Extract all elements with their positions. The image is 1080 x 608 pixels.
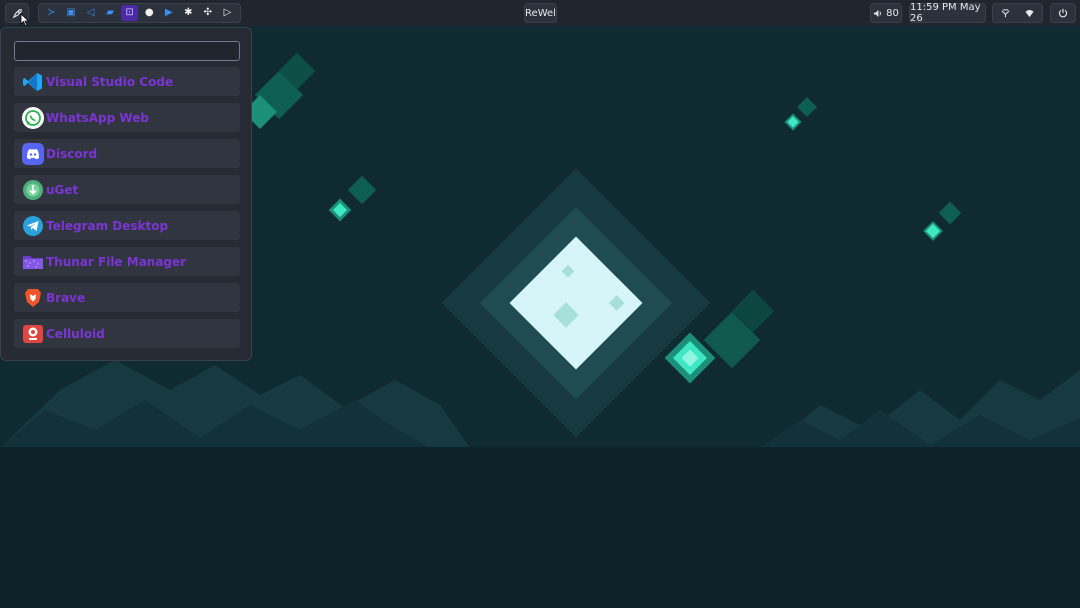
app-item-thunar-file-manager[interactable]: Thunar File Manager [14,247,240,276]
dock-item-media[interactable]: ▶ [160,5,177,21]
app-item-label: Thunar File Manager [46,254,187,269]
dock-item-send[interactable]: ▷ [219,5,236,21]
folder-icon: ▰ [106,7,114,18]
volume-control[interactable]: 80 [870,3,902,23]
network-icon[interactable] [1001,8,1010,18]
dock-item-settings[interactable]: ✱ [180,5,197,21]
top-panel: ≻ ▣ ◁ ▰ ⊡ ● ▶ ✱ ✣ ▷ ReWel 80 11:59 PM May 26 [0,0,1080,26]
telegram-icon [22,215,44,237]
power-button[interactable] [1050,3,1076,23]
system-tray [992,3,1043,23]
media-icon: ▶ [164,7,173,18]
mouse-cursor-icon [20,13,30,27]
dock-item-app-active[interactable]: ⊡ [121,5,139,21]
app-item-celluloid[interactable]: Celluloid [14,319,240,348]
volume-value: 80 [886,7,899,19]
clock-text: 11:59 PM May 26 [910,2,981,24]
window-title-text: ReWel [525,7,556,19]
discord-icon [22,142,44,165]
wifi-icon[interactable] [1025,9,1034,18]
send-icon: ▷ [223,7,232,18]
terminal-icon: ≻ [47,7,56,18]
app-item-whatsapp-web[interactable]: WhatsApp Web [14,103,240,132]
app-item-label: Brave [46,290,86,305]
app-item-brave[interactable]: Brave [14,283,240,312]
power-icon [1058,8,1068,18]
clock[interactable]: 11:59 PM May 26 [909,2,986,24]
search-input[interactable] [14,41,240,61]
folder-icon [22,251,44,273]
speaker-icon [874,9,881,17]
vscode-icon [22,71,44,93]
ground [0,447,1080,608]
app-item-label: Celluloid [46,326,105,341]
app-item-visual-studio-code[interactable]: Visual Studio Code [14,67,240,96]
app-item-label: Visual Studio Code [46,74,174,89]
app-item-uget[interactable]: uGet [14,175,240,204]
gamepad-icon: ✣ [203,7,213,18]
celluloid-icon [22,323,44,345]
vscode-icon: ◁ [86,7,95,18]
app-grid-icon: ⊡ [125,7,134,18]
window-title: ReWel [524,3,557,23]
dock-item-chat[interactable]: ● [141,5,158,21]
brave-icon [22,287,44,309]
app-item-label: Discord [46,146,98,161]
dock-item-vscode[interactable]: ◁ [82,5,99,21]
app-item-label: Telegram Desktop [46,218,169,233]
window-icon: ▣ [66,7,76,18]
dock-item-games[interactable]: ✣ [199,5,216,21]
app-item-telegram-desktop[interactable]: Telegram Desktop [14,211,240,240]
app-item-discord[interactable]: Discord [14,139,240,168]
app-item-label: WhatsApp Web [46,110,149,125]
app-item-label: uGet [46,182,79,197]
dock-item-files[interactable]: ▰ [102,5,119,21]
uget-icon [22,179,44,201]
dock: ≻ ▣ ◁ ▰ ⊡ ● ▶ ✱ ✣ ▷ [38,3,241,23]
dock-item-terminal[interactable]: ≻ [43,5,60,21]
gear-icon: ✱ [184,7,193,18]
chat-bubble-icon: ● [144,7,154,18]
app-launcher-menu: Visual Studio Code WhatsApp Web Discord uGe… [0,27,252,361]
dock-item-browser[interactable]: ▣ [63,5,80,21]
whatsapp-icon [22,106,44,129]
